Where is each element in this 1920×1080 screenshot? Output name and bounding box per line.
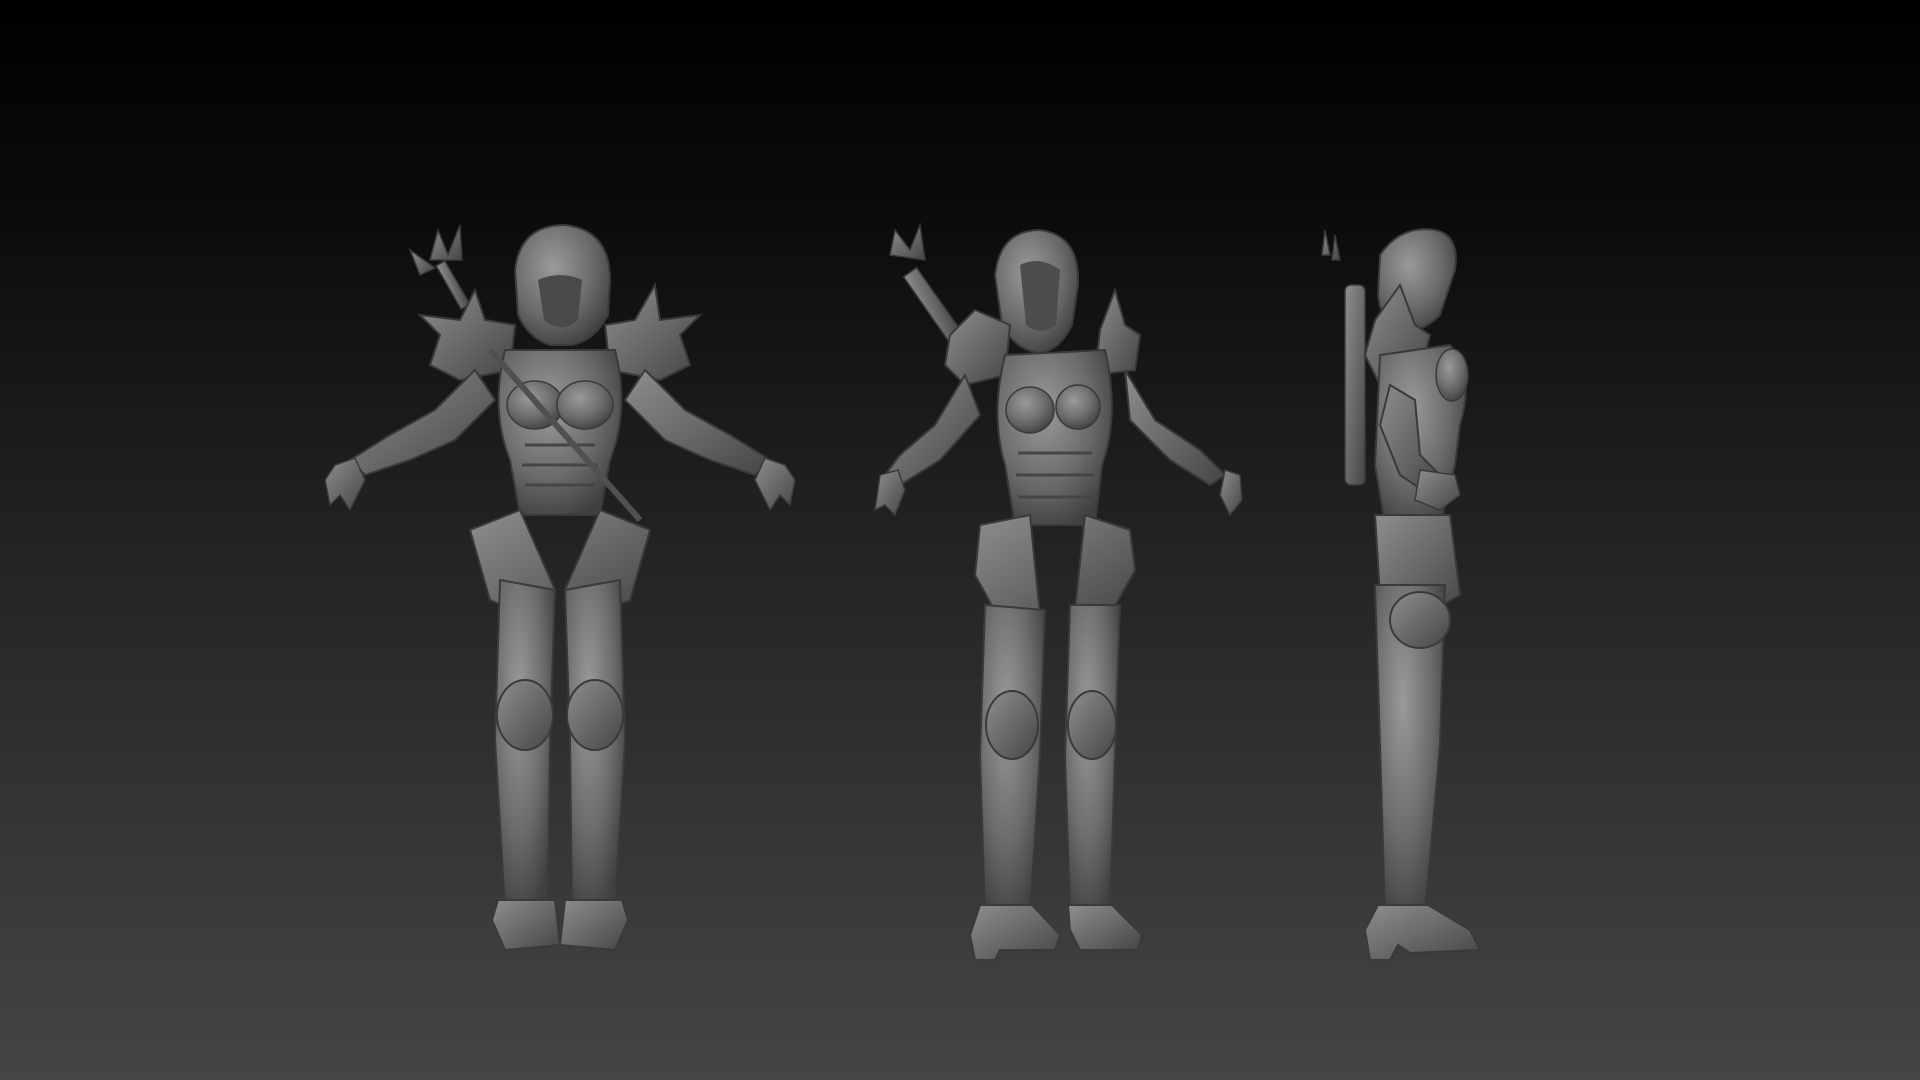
left-leg <box>978 603 1047 916</box>
figure-three-quarter-view <box>874 222 1250 961</box>
left-hand <box>324 457 366 512</box>
right-arm <box>623 368 772 477</box>
left-boot <box>490 899 562 952</box>
sculpt-three-quarter-svg <box>874 222 1243 961</box>
right-boot <box>1066 904 1144 951</box>
boot <box>1363 904 1482 961</box>
left-arm <box>348 368 497 477</box>
figure-front-view <box>310 220 810 960</box>
torso <box>996 348 1113 526</box>
sculpt-side-svg <box>1321 228 1482 961</box>
right-boot <box>558 899 630 952</box>
figure-side-view <box>1320 225 1520 961</box>
left-boot <box>968 904 1062 961</box>
arrow-fletching <box>408 224 471 311</box>
quiver <box>1321 229 1366 486</box>
quiver <box>889 222 964 344</box>
left-hand <box>874 469 906 517</box>
sculpt-front-svg <box>324 223 796 952</box>
right-hand <box>754 457 796 512</box>
right-arm <box>1124 369 1227 487</box>
left-arm <box>883 372 982 487</box>
right-hand <box>1219 469 1243 517</box>
right-leg <box>1063 604 1122 916</box>
viewport-canvas <box>0 0 1920 1080</box>
hip-plates <box>468 508 652 622</box>
